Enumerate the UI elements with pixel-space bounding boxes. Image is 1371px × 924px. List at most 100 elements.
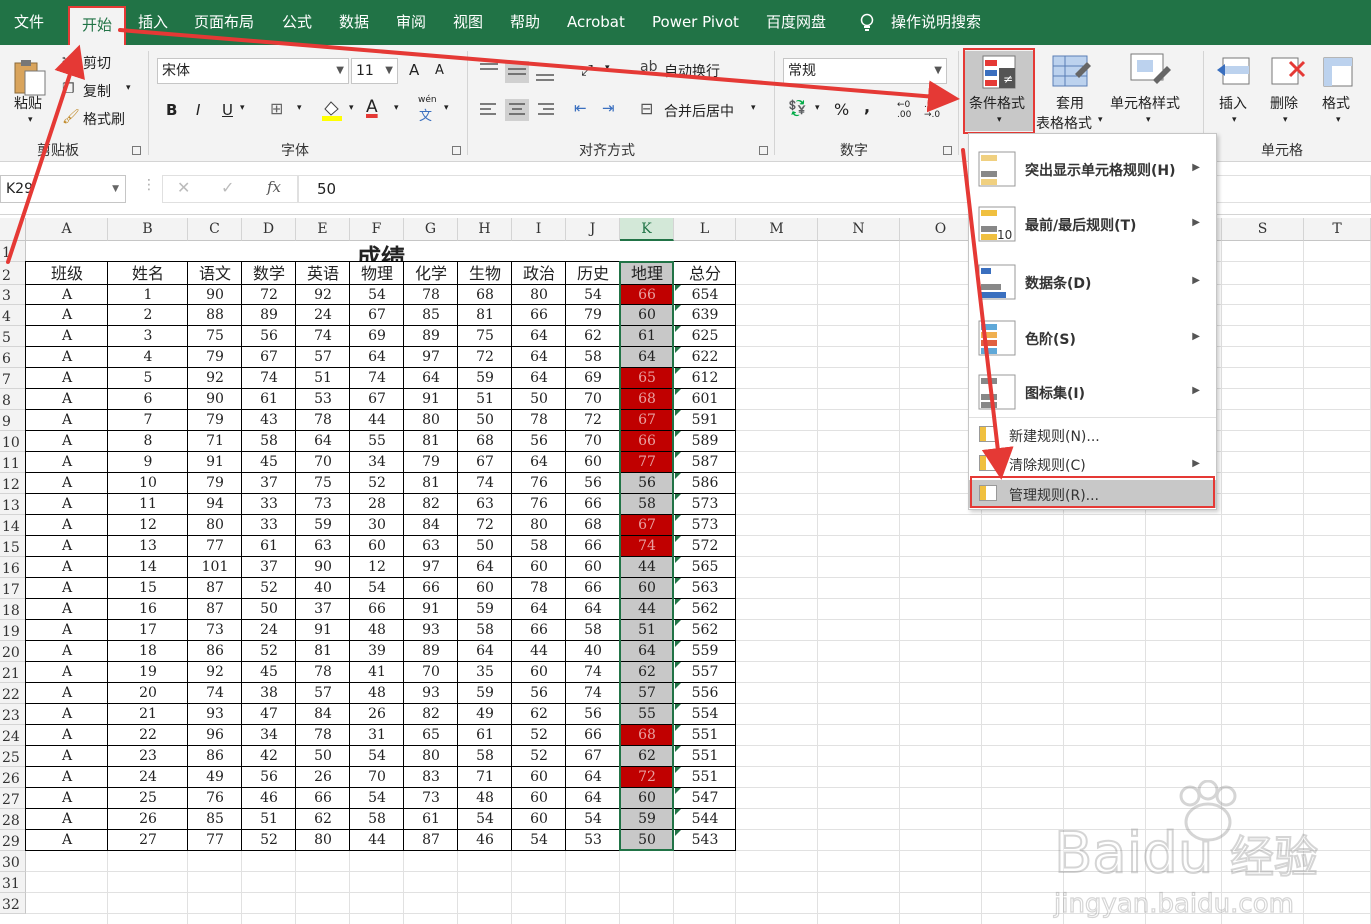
table-cell[interactable]: 1 xyxy=(108,285,188,305)
table-cell[interactable]: 72 xyxy=(566,410,620,431)
insert-cells-button[interactable]: 插入 xyxy=(1219,93,1247,113)
table-cell[interactable]: 76 xyxy=(188,788,242,809)
select-all-corner[interactable] xyxy=(0,218,26,241)
table-cell[interactable]: 562 xyxy=(674,599,736,620)
table-cell[interactable]: 589 xyxy=(674,431,736,452)
row-header-17[interactable]: 17 xyxy=(0,578,26,599)
table-cell[interactable]: 27 xyxy=(108,830,188,851)
table-cell[interactable]: 81 xyxy=(404,431,458,452)
table-cell[interactable]: 654 xyxy=(674,285,736,305)
column-header-A[interactable]: A xyxy=(26,218,108,241)
table-cell[interactable]: A xyxy=(26,683,108,704)
table-cell[interactable]: A xyxy=(26,746,108,767)
table-cell[interactable]: 92 xyxy=(188,662,242,683)
copy-button[interactable]: 复制 xyxy=(83,81,111,101)
table-cell[interactable]: A xyxy=(26,578,108,599)
table-cell[interactable]: 54 xyxy=(566,285,620,305)
font-color-button[interactable]: A xyxy=(366,97,378,117)
table-cell[interactable]: 64 xyxy=(512,347,566,368)
table-cell[interactable]: 62 xyxy=(566,326,620,347)
table-cell[interactable]: 551 xyxy=(674,725,736,746)
table-cell[interactable]: 60 xyxy=(512,788,566,809)
table-cell[interactable]: 60 xyxy=(512,809,566,830)
table-cell[interactable]: 45 xyxy=(242,662,296,683)
table-cell[interactable]: 66 xyxy=(296,788,350,809)
table-cell[interactable]: A xyxy=(26,536,108,557)
table-cell[interactable]: 13 xyxy=(108,536,188,557)
table-cell[interactable]: A xyxy=(26,809,108,830)
table-cell[interactable]: 573 xyxy=(674,515,736,536)
table-cell[interactable]: 54 xyxy=(458,809,512,830)
row-header-20[interactable]: 20 xyxy=(0,641,26,662)
table-cell[interactable]: 54 xyxy=(350,788,404,809)
table-cell[interactable]: 58 xyxy=(242,431,296,452)
table-cell[interactable]: 87 xyxy=(404,830,458,851)
alignment-launcher[interactable] xyxy=(759,146,768,155)
table-cell[interactable]: 68 xyxy=(458,431,512,452)
table-cell[interactable]: 44 xyxy=(512,641,566,662)
table-cell[interactable]: 60 xyxy=(512,662,566,683)
table-cell[interactable]: 53 xyxy=(296,389,350,410)
table-cell[interactable]: 56 xyxy=(566,473,620,494)
format-painter-button[interactable]: 格式刷 xyxy=(83,109,125,129)
table-cell[interactable]: 64 xyxy=(404,368,458,389)
tab-0[interactable]: 文件 xyxy=(14,0,44,45)
menu-item-1[interactable]: 10 最前/最后规则(T) ▶ xyxy=(969,197,1216,249)
table-cell[interactable]: 34 xyxy=(242,725,296,746)
table-cell[interactable]: 35 xyxy=(458,662,512,683)
row-header-3[interactable]: 3 xyxy=(0,285,26,305)
table-cell[interactable]: 31 xyxy=(350,725,404,746)
table-cell[interactable]: 66 xyxy=(566,578,620,599)
table-cell[interactable]: 9 xyxy=(108,452,188,473)
table-cell[interactable]: A xyxy=(26,347,108,368)
currency-icon[interactable]: 💱 xyxy=(788,99,807,117)
column-header-D[interactable]: D xyxy=(242,218,296,241)
table-cell[interactable]: A xyxy=(26,557,108,578)
menu-item-0[interactable]: 突出显示单元格规则(H) ▶ xyxy=(969,142,1216,194)
italic-button[interactable]: I xyxy=(196,101,200,119)
format-cells-button[interactable]: 格式 xyxy=(1322,93,1350,113)
table-cell[interactable]: 551 xyxy=(674,746,736,767)
table-cell[interactable]: 89 xyxy=(404,641,458,662)
table-cell[interactable]: 33 xyxy=(242,515,296,536)
table-cell[interactable]: 79 xyxy=(188,347,242,368)
table-cell[interactable]: 26 xyxy=(296,767,350,788)
row-header-22[interactable]: 22 xyxy=(0,683,26,704)
table-cell[interactable]: 60 xyxy=(512,767,566,788)
table-cell[interactable]: 46 xyxy=(242,788,296,809)
table-cell[interactable]: 63 xyxy=(296,536,350,557)
table-cell[interactable]: 44 xyxy=(350,830,404,851)
table-cell[interactable]: 67 xyxy=(350,305,404,326)
table-cell[interactable]: 26 xyxy=(108,809,188,830)
tab-4[interactable]: 公式 xyxy=(282,0,312,45)
table-cell[interactable]: 625 xyxy=(674,326,736,347)
table-cell[interactable]: 591 xyxy=(674,410,736,431)
table-cell[interactable]: 56 xyxy=(566,704,620,725)
table-cell[interactable]: A xyxy=(26,620,108,641)
table-cell[interactable]: 67 xyxy=(242,347,296,368)
table-cell[interactable]: A xyxy=(26,326,108,347)
table-cell[interactable]: 43 xyxy=(242,410,296,431)
column-header-F[interactable]: F xyxy=(350,218,404,241)
grow-font-button[interactable]: A xyxy=(409,61,419,79)
table-cell[interactable]: 572 xyxy=(674,536,736,557)
row-header-30[interactable]: 30 xyxy=(0,851,26,872)
table-cell[interactable]: 80 xyxy=(512,515,566,536)
table-cell[interactable]: 90 xyxy=(188,285,242,305)
table-cell[interactable]: 75 xyxy=(458,326,512,347)
table-cell[interactable]: 50 xyxy=(242,599,296,620)
table-cell[interactable]: A xyxy=(26,767,108,788)
table-cell[interactable]: 75 xyxy=(188,326,242,347)
table-cell[interactable]: 22 xyxy=(108,725,188,746)
paste-button[interactable]: 粘贴 xyxy=(14,93,42,113)
table-cell[interactable]: 69 xyxy=(350,326,404,347)
table-cell[interactable]: 23 xyxy=(108,746,188,767)
table-cell[interactable]: 41 xyxy=(350,662,404,683)
table-cell[interactable]: 587 xyxy=(674,452,736,473)
column-header-J[interactable]: J xyxy=(566,218,620,241)
table-cell[interactable]: 51 xyxy=(296,368,350,389)
table-cell[interactable]: 45 xyxy=(242,452,296,473)
table-cell[interactable]: 52 xyxy=(242,641,296,662)
table-cell[interactable]: 59 xyxy=(458,368,512,389)
table-cell[interactable]: A xyxy=(26,515,108,536)
